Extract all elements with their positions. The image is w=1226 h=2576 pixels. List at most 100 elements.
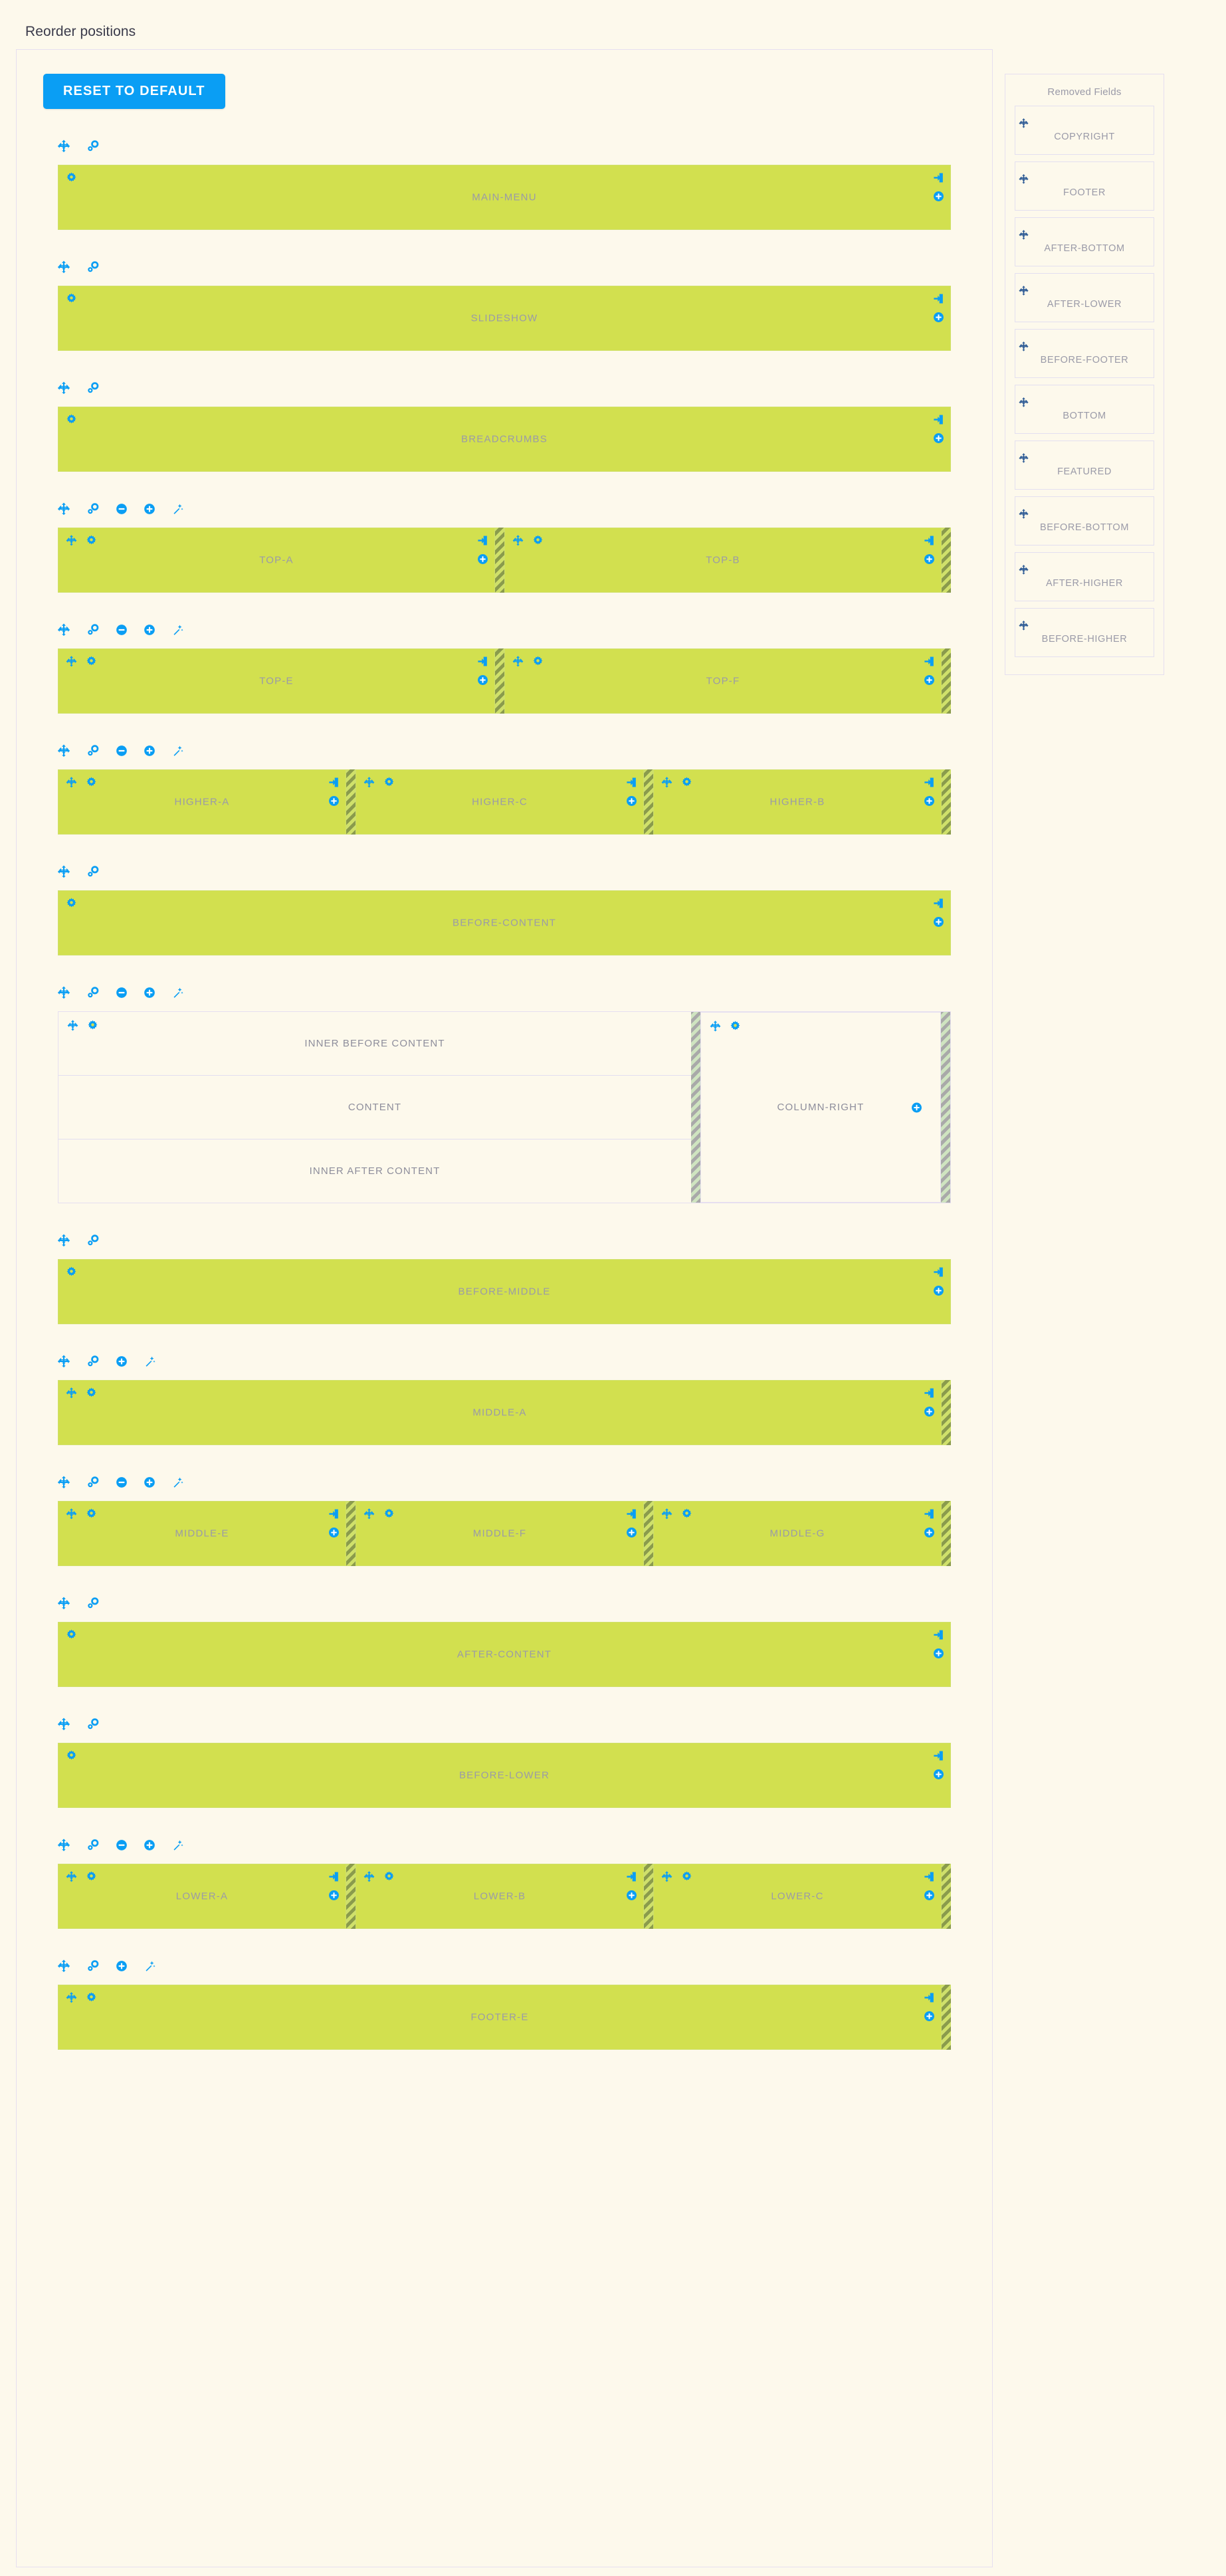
column-resize-handle[interactable] <box>942 769 951 835</box>
circle-plus-icon[interactable] <box>932 432 945 445</box>
column-resize-handle[interactable] <box>346 769 356 835</box>
gear-icon[interactable] <box>383 776 395 789</box>
layout-block-top-a[interactable]: TOP-A <box>58 528 495 593</box>
removed-field-bottom[interactable]: BOTTOM <box>1015 385 1154 434</box>
reset-to-default-button[interactable]: RESET TO DEFAULT <box>43 74 225 109</box>
link-settings-icon[interactable] <box>86 260 100 274</box>
move-arrows-icon[interactable] <box>1018 229 1151 241</box>
layout-block-lower-b[interactable]: LOWER-B <box>356 1864 644 1929</box>
column-resize-handle[interactable] <box>942 1501 951 1566</box>
move-arrows-icon[interactable] <box>661 1870 673 1883</box>
move-arrows-icon[interactable] <box>709 1020 722 1033</box>
magic-wand-icon[interactable] <box>171 1838 184 1852</box>
removed-field-copyright[interactable]: COPYRIGHT <box>1015 106 1154 155</box>
move-arrows-icon[interactable] <box>56 1233 71 1248</box>
insert-into-box-icon[interactable] <box>932 413 945 426</box>
circle-plus-icon[interactable] <box>328 1526 340 1539</box>
circle-plus-icon[interactable] <box>625 1526 638 1539</box>
layout-block-main-menu[interactable]: MAIN-MENU <box>58 165 951 230</box>
circle-plus-icon[interactable] <box>115 1959 128 1973</box>
column-resize-handle[interactable] <box>346 1501 356 1566</box>
column-resize-handle[interactable] <box>346 1864 356 1929</box>
gear-icon[interactable] <box>532 534 544 547</box>
gear-icon[interactable] <box>680 1870 693 1883</box>
layout-block-breadcrumbs[interactable]: BREADCRUMBS <box>58 407 951 472</box>
circle-plus-icon[interactable] <box>328 795 340 807</box>
circle-minus-icon[interactable] <box>115 502 128 516</box>
insert-into-box-icon[interactable] <box>923 1991 936 2004</box>
insert-into-box-icon[interactable] <box>328 1870 340 1883</box>
layout-block-after-content[interactable]: AFTER-CONTENT <box>58 1622 951 1687</box>
circle-minus-icon[interactable] <box>115 986 128 999</box>
column-resize-handle[interactable] <box>942 528 951 593</box>
move-arrows-icon[interactable] <box>363 776 375 789</box>
circle-plus-icon[interactable] <box>923 1526 936 1539</box>
move-arrows-icon[interactable] <box>66 1019 79 1032</box>
insert-into-box-icon[interactable] <box>923 534 936 547</box>
removed-field-after-lower[interactable]: AFTER-LOWER <box>1015 273 1154 322</box>
circle-plus-icon[interactable] <box>143 502 156 516</box>
content-left-column[interactable]: INNER BEFORE CONTENT CONTENT INNER AFTER C… <box>58 1012 691 1203</box>
link-settings-icon[interactable] <box>86 743 100 758</box>
column-resize-handle[interactable] <box>644 1501 653 1566</box>
gear-icon[interactable] <box>85 534 98 547</box>
insert-into-box-icon[interactable] <box>476 655 489 668</box>
gear-icon[interactable] <box>85 776 98 789</box>
layout-block-before-content[interactable]: BEFORE-CONTENT <box>58 890 951 955</box>
layout-block-before-middle[interactable]: BEFORE-MIDDLE <box>58 1259 951 1324</box>
gear-icon[interactable] <box>85 655 98 668</box>
circle-plus-icon[interactable] <box>932 1768 945 1781</box>
move-arrows-icon[interactable] <box>1018 285 1151 296</box>
layout-block-footer-e[interactable]: FOOTER-E <box>58 1985 942 2050</box>
move-arrows-icon[interactable] <box>65 776 78 789</box>
circle-plus-icon[interactable] <box>143 1838 156 1852</box>
circle-plus-icon[interactable] <box>932 1284 945 1297</box>
removed-field-before-footer[interactable]: BEFORE-FOOTER <box>1015 329 1154 378</box>
layout-block-before-lower[interactable]: BEFORE-LOWER <box>58 1743 951 1808</box>
circle-minus-icon[interactable] <box>115 1476 128 1489</box>
removed-field-before-bottom[interactable]: BEFORE-BOTTOM <box>1015 496 1154 545</box>
insert-into-box-icon[interactable] <box>923 776 936 789</box>
column-resize-handle[interactable] <box>644 1864 653 1929</box>
insert-into-box-icon[interactable] <box>932 897 945 910</box>
move-arrows-icon[interactable] <box>661 776 673 789</box>
move-arrows-icon[interactable] <box>363 1508 375 1520</box>
circle-plus-icon[interactable] <box>923 2010 936 2023</box>
insert-into-box-icon[interactable] <box>932 1266 945 1278</box>
move-arrows-icon[interactable] <box>56 864 71 879</box>
gear-icon[interactable] <box>65 292 78 305</box>
circle-plus-icon[interactable] <box>923 674 936 686</box>
circle-plus-icon[interactable] <box>923 553 936 565</box>
magic-wand-icon[interactable] <box>171 1476 184 1489</box>
link-settings-icon[interactable] <box>86 139 100 153</box>
magic-wand-icon[interactable] <box>171 744 184 757</box>
move-arrows-icon[interactable] <box>56 743 71 758</box>
magic-wand-icon[interactable] <box>143 1355 156 1368</box>
insert-into-box-icon[interactable] <box>923 655 936 668</box>
insert-into-box-icon[interactable] <box>625 776 638 789</box>
circle-plus-icon[interactable] <box>476 674 489 686</box>
move-arrows-icon[interactable] <box>512 534 524 547</box>
move-arrows-icon[interactable] <box>1018 397 1151 408</box>
layout-block-middle-e[interactable]: MIDDLE-E <box>58 1501 346 1566</box>
move-arrows-icon[interactable] <box>56 381 71 395</box>
move-arrows-icon[interactable] <box>56 985 71 1000</box>
link-settings-icon[interactable] <box>86 381 100 395</box>
gear-icon[interactable] <box>65 1266 78 1278</box>
layout-block-lower-c[interactable]: LOWER-C <box>653 1864 942 1929</box>
circle-plus-icon[interactable] <box>932 190 945 203</box>
column-resize-handle[interactable] <box>941 1012 950 1203</box>
circle-plus-icon[interactable] <box>625 795 638 807</box>
move-arrows-icon[interactable] <box>56 1959 71 1973</box>
circle-plus-icon[interactable] <box>143 744 156 757</box>
link-settings-icon[interactable] <box>86 1475 100 1490</box>
layout-block-top-f[interactable]: TOP-F <box>504 648 942 714</box>
layout-block-middle-g[interactable]: MIDDLE-G <box>653 1501 942 1566</box>
insert-into-box-icon[interactable] <box>625 1870 638 1883</box>
insert-into-box-icon[interactable] <box>476 534 489 547</box>
content-segment[interactable]: INNER AFTER CONTENT <box>58 1139 691 1203</box>
gear-icon[interactable] <box>86 1019 99 1032</box>
circle-minus-icon[interactable] <box>115 623 128 637</box>
link-settings-icon[interactable] <box>86 502 100 516</box>
gear-icon[interactable] <box>65 413 78 426</box>
